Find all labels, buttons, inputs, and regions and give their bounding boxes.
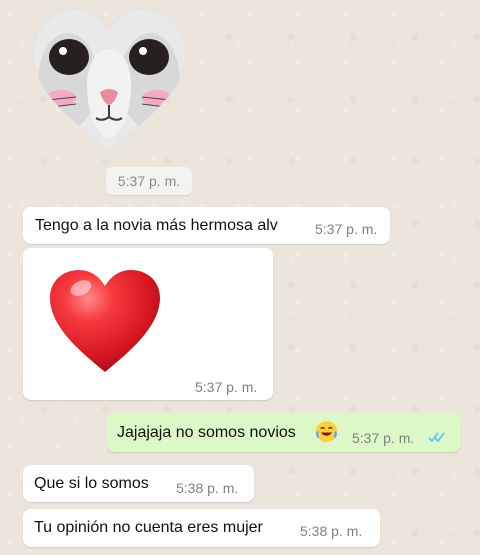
outgoing-message-bubble[interactable]: Jajajaja no somos novios 5:37 p. m. [106,413,461,452]
incoming-message-bubble[interactable]: Que si lo somos 5:38 p. m. [23,465,254,502]
message-text: Que si lo somos [34,475,149,492]
message-time: 5:37 p. m. [195,379,258,395]
heart-emoji-bubble[interactable]: 5:37 p. m. [23,248,273,400]
message-time: 5:38 p. m. [300,523,363,539]
double-check-icon [428,432,445,443]
heart-emoji [50,270,160,372]
message-time: 5:37 p. m. [352,430,415,446]
message-text: Tu opinión no cuenta eres mujer [34,519,263,536]
message-time: 5:38 p. m. [176,480,239,496]
heart-cat-sticker[interactable] [28,6,190,154]
laughing-crying-icon [315,420,338,443]
incoming-message-bubble[interactable]: Tu opinión no cuenta eres mujer 5:38 p. … [23,509,380,547]
message-text: Jajajaja no somos novios [117,424,296,441]
incoming-message-bubble[interactable]: Tengo a la novia más hermosa alv 5:37 p.… [23,207,390,244]
message-time: 5:37 p. m. [315,221,378,237]
message-text: Tengo a la novia más hermosa alv [35,217,278,234]
sticker-time: 5:37 p. m. [106,167,192,195]
